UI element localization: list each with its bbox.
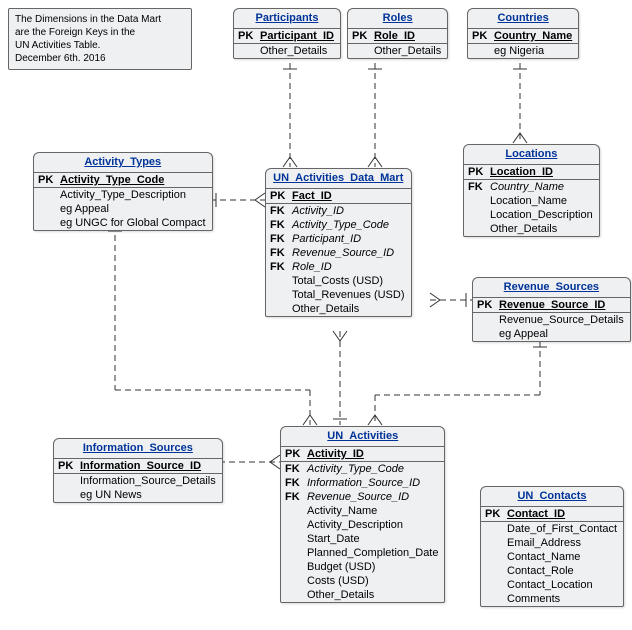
entity-title: Roles — [348, 9, 447, 29]
entity-title: UN_Activities — [281, 427, 444, 447]
diagram-note: The Dimensions in the Data Mart are the … — [8, 8, 192, 70]
entity-countries: Countries PKCountry_Name eg Nigeria — [467, 8, 579, 59]
entity-title: Revenue_Sources — [473, 278, 630, 298]
entity-activity-types: Activity_Types PKActivity_Type_Code Acti… — [33, 152, 213, 231]
entity-revenue-sources: Revenue_Sources PKRevenue_Source_ID Reve… — [472, 277, 631, 342]
entity-participants: Participants PKParticipant_ID Other_Deta… — [233, 8, 341, 59]
entity-un-contacts: UN_Contacts PKContact_ID Date_of_First_C… — [480, 486, 624, 607]
entity-information-sources: Information_Sources PKInformation_Source… — [53, 438, 223, 503]
entity-title: Locations — [464, 145, 599, 165]
entity-title: UN_Activities_Data_Mart — [266, 169, 411, 189]
entity-un-activities: UN_Activities PKActivity_ID FKActivity_T… — [280, 426, 445, 603]
entity-roles: Roles PKRole_ID Other_Details — [347, 8, 448, 59]
entity-title: Countries — [468, 9, 578, 29]
entity-title: Activity_Types — [34, 153, 212, 173]
entity-data-mart: UN_Activities_Data_Mart PKFact_ID FKActi… — [265, 168, 412, 317]
entity-locations: Locations PKLocation_ID FKCountry_Name L… — [463, 144, 600, 237]
entity-title: Information_Sources — [54, 439, 222, 459]
entity-title: UN_Contacts — [481, 487, 623, 507]
entity-title: Participants — [234, 9, 340, 29]
